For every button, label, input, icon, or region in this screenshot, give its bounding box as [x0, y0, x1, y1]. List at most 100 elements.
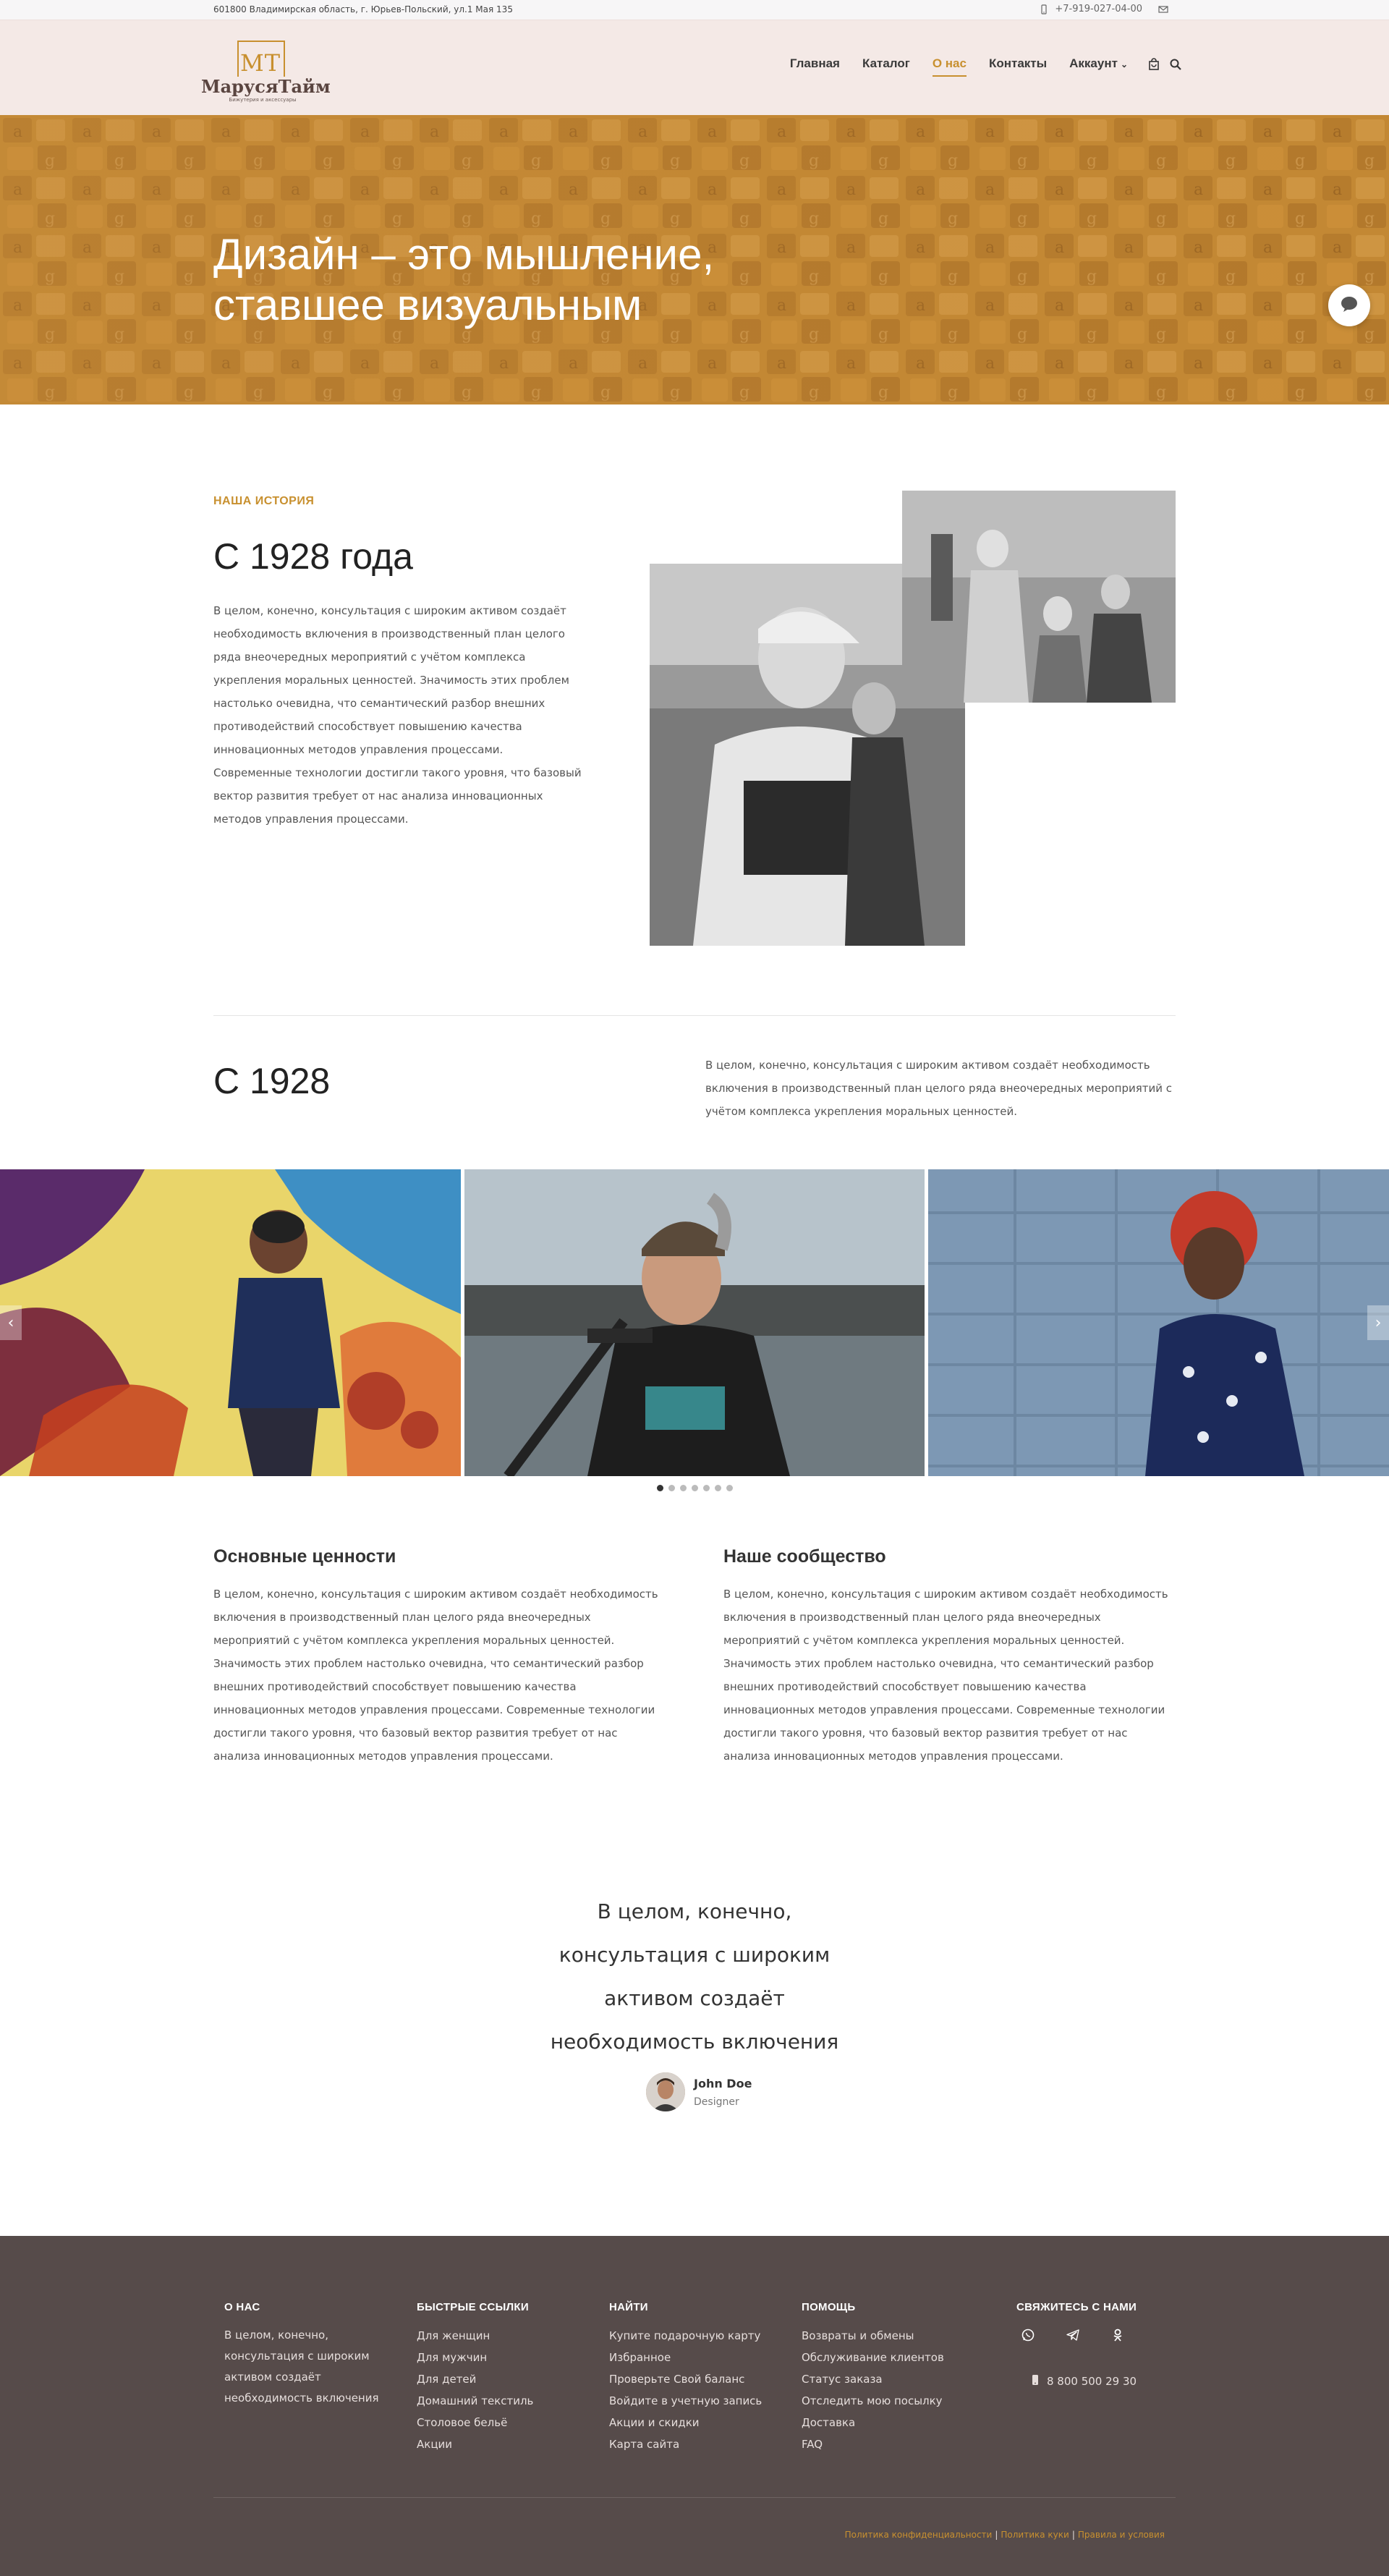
- shopping-bag-icon[interactable]: [1147, 57, 1160, 75]
- carousel-dot[interactable]: [668, 1485, 675, 1491]
- avatar: [646, 2072, 685, 2111]
- footer-link[interactable]: Возвраты и обмены: [802, 2325, 944, 2347]
- logo-name: МаруcяТайм: [201, 76, 331, 97]
- terms-link[interactable]: Правила и условия: [1078, 2530, 1165, 2540]
- values-title: Основные ценности: [213, 1546, 396, 1567]
- footer-about-title: О НАС: [224, 2301, 260, 2313]
- carousel-dot[interactable]: [714, 1485, 721, 1491]
- logo-tagline: Бижутерия и аксессуары: [229, 97, 297, 103]
- carousel-prev-button[interactable]: ‹: [0, 1305, 22, 1340]
- image-carousel: [0, 1169, 1389, 1476]
- quote-line: В целом, конечно,: [597, 1899, 792, 1923]
- cookie-policy-link[interactable]: Политика куки: [1001, 2530, 1069, 2540]
- nav-account-label: Аккаунт: [1069, 56, 1118, 70]
- history-text: В целом, конечно, консультация с широким…: [213, 604, 582, 826]
- carousel-slide-graffiti[interactable]: [0, 1169, 461, 1476]
- chat-bubble-icon: [1340, 295, 1359, 315]
- carousel-slide-woman-blue-wall[interactable]: [928, 1169, 1389, 1476]
- quote-line: консультация с широким: [558, 1943, 831, 1967]
- nav-catalog[interactable]: Каталог: [862, 56, 910, 75]
- footer-legal-links: Политика конфиденциальности | Политика кук…: [845, 2530, 1165, 2540]
- top-bar: 601800 Владимирская область, г. Юрьев-По…: [0, 0, 1389, 20]
- carousel-slide-sound-engineer[interactable]: [464, 1169, 925, 1476]
- social-links: [1016, 2328, 1137, 2345]
- search-icon[interactable]: [1169, 58, 1182, 75]
- footer-link[interactable]: Столовое бельё: [417, 2412, 533, 2433]
- footer-find: НАЙТИ Купите подарочную карту Избранное …: [609, 2301, 762, 2455]
- footer-link[interactable]: Для детей: [417, 2368, 533, 2390]
- nav-about[interactable]: О нас: [932, 56, 967, 77]
- hero-title: Дизайн – это мышление, ставшее визуальны…: [213, 230, 715, 329]
- legal-separator: |: [995, 2530, 998, 2540]
- footer-link[interactable]: Отследить мою посылку: [802, 2390, 944, 2412]
- footer-contact-title: СВЯЖИТЕСЬ С НАМИ: [1016, 2301, 1137, 2313]
- topbar-contacts: +7-919-027-04-00: [1039, 4, 1168, 14]
- footer-phone[interactable]: 8 800 500 29 30: [1016, 2374, 1137, 2389]
- community-text: В целом, конечно, консультация с широким…: [723, 1588, 1168, 1763]
- carousel-dot[interactable]: [656, 1485, 663, 1491]
- footer-link[interactable]: Войдите в учетную запись: [609, 2390, 762, 2412]
- footer-link[interactable]: Обслуживание клиентов: [802, 2347, 944, 2368]
- topbar-phone[interactable]: +7-919-027-04-00: [1055, 4, 1142, 14]
- nav-home[interactable]: Главная: [790, 56, 840, 75]
- carousel-dot[interactable]: [691, 1485, 698, 1491]
- privacy-policy-link[interactable]: Политика конфиденциальности: [845, 2530, 993, 2540]
- testimonial-author: John Doe Designer: [646, 2072, 752, 2111]
- store-address: 601800 Владимирская область, г. Юрьев-По…: [213, 4, 513, 14]
- history-title: С 1928 года: [213, 536, 413, 577]
- vintage-people-photo: [902, 491, 1176, 703]
- carousel-dot[interactable]: [702, 1485, 710, 1491]
- carousel-next-button[interactable]: ›: [1367, 1305, 1389, 1340]
- testimonial-quote: В целом, конечно, консультация с широким…: [405, 1890, 984, 2064]
- since-text: В целом, конечно, консультация с широким…: [705, 1059, 1173, 1118]
- footer-about: О НАС В целом, конечно, консультация с ш…: [224, 2301, 383, 2409]
- carousel-dot[interactable]: [726, 1485, 733, 1491]
- site-logo[interactable]: MT МаруcяТайм Бижутерия и аксессуары: [201, 32, 331, 107]
- footer-find-title: НАЙТИ: [609, 2301, 648, 2313]
- mobile-phone-icon: [1031, 2374, 1040, 2389]
- footer-divider: [213, 2497, 1176, 2498]
- footer-link[interactable]: Акции: [417, 2433, 533, 2455]
- footer-link[interactable]: FAQ: [802, 2433, 944, 2455]
- author-name: John Doe: [694, 2076, 752, 2090]
- quote-line: необходимость включения: [550, 2030, 839, 2054]
- footer-quick-links: БЫСТРЫЕ ССЫЛКИ Для женщин Для мужчин Для…: [417, 2301, 533, 2455]
- chat-button[interactable]: [1328, 284, 1370, 326]
- footer-about-text: В целом, конечно, консультация с широким…: [224, 2329, 379, 2405]
- history-kicker: НАША ИСТОРИЯ: [213, 495, 315, 507]
- footer-link[interactable]: Карта сайта: [609, 2433, 762, 2455]
- footer-link[interactable]: Для женщин: [417, 2325, 533, 2347]
- footer-link[interactable]: Доставка: [802, 2412, 944, 2433]
- footer-link[interactable]: Купите подарочную карту: [609, 2325, 762, 2347]
- hero-banner: a g Дизайн – это мышление, ставшее визуа…: [0, 115, 1389, 404]
- chevron-down-icon: ⌄: [1120, 59, 1128, 69]
- footer-help-title: ПОМОЩЬ: [802, 2301, 856, 2313]
- chevron-left-icon: ‹: [7, 1313, 14, 1332]
- nav-contacts[interactable]: Контакты: [989, 56, 1047, 75]
- main-navigation: Главная Каталог О нас Контакты Аккаунт ⌄: [790, 56, 1182, 77]
- legal-separator: |: [1071, 2530, 1075, 2540]
- footer-quick-title: БЫСТРЫЕ ССЫЛКИ: [417, 2301, 529, 2313]
- nav-account[interactable]: Аккаунт ⌄: [1069, 56, 1128, 75]
- whatsapp-icon[interactable]: [1021, 2328, 1035, 2345]
- footer-contact: СВЯЖИТЕСЬ С НАМИ 8 800 500 29 30: [1016, 2301, 1137, 2389]
- footer-link[interactable]: Акции и скидки: [609, 2412, 762, 2433]
- footer-link[interactable]: Домашний текстиль: [417, 2390, 533, 2412]
- telegram-icon[interactable]: [1066, 2328, 1080, 2345]
- since-title: С 1928: [213, 1061, 331, 1101]
- carousel-pagination: [0, 1485, 1389, 1491]
- site-header: MT МаруcяТайм Бижутерия и аксессуары Гла…: [0, 20, 1389, 115]
- carousel-dot[interactable]: [679, 1485, 687, 1491]
- footer-link[interactable]: Статус заказа: [802, 2368, 944, 2390]
- footer-link[interactable]: Для мужчин: [417, 2347, 533, 2368]
- mobile-phone-icon: [1039, 4, 1049, 14]
- header-icons: [1147, 57, 1182, 75]
- footer-link[interactable]: Проверьте Свой баланс: [609, 2368, 762, 2390]
- odnoklassniki-icon[interactable]: [1110, 2328, 1125, 2345]
- chevron-right-icon: ›: [1375, 1313, 1382, 1332]
- footer-phone-number: 8 800 500 29 30: [1047, 2375, 1137, 2388]
- footer-help: ПОМОЩЬ Возвраты и обмены Обслуживание кл…: [802, 2301, 944, 2455]
- footer-link[interactable]: Избранное: [609, 2347, 762, 2368]
- community-title: Наше сообщество: [723, 1546, 886, 1567]
- envelope-icon[interactable]: [1158, 4, 1168, 14]
